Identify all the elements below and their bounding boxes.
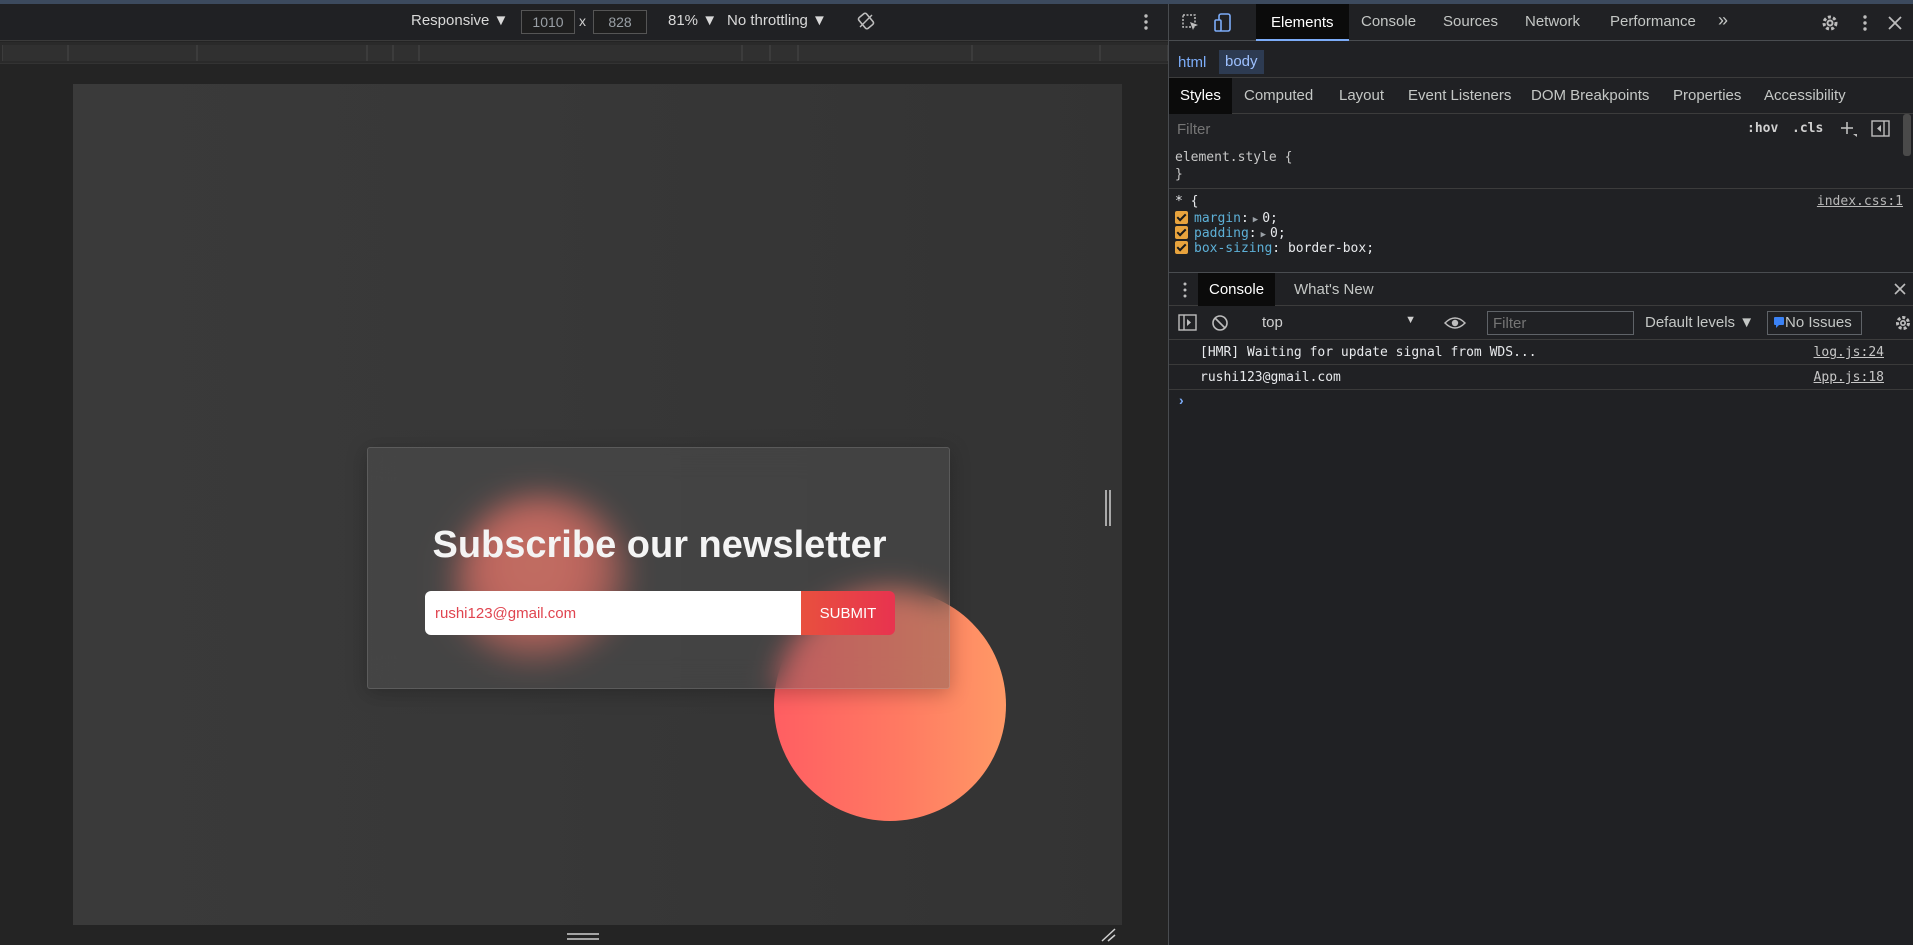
drawer-menu-icon[interactable] <box>1181 281 1189 299</box>
context-select[interactable]: top ▼ <box>1254 312 1420 334</box>
device-select[interactable]: Responsive ▼ <box>411 12 508 29</box>
styles-filter-bar: :hov .cls <box>1169 114 1913 144</box>
devtools-tabbar: Elements Console Sources Network Perform… <box>1169 4 1913 41</box>
log-levels-select[interactable]: Default levels ▼ <box>1645 314 1754 331</box>
media-query-bar[interactable] <box>0 42 1168 64</box>
elements-subtabs: Styles Computed Layout Event Listeners D… <box>1169 78 1913 114</box>
subtab-dom-breakpoints[interactable]: DOM Breakpoints <box>1531 87 1649 104</box>
close-drawer-icon[interactable] <box>1893 282 1907 296</box>
issues-button[interactable]: No Issues <box>1767 311 1862 335</box>
clear-console-icon[interactable] <box>1211 314 1229 332</box>
drawer-tab-console[interactable]: Console <box>1198 273 1276 306</box>
breadcrumb-html[interactable]: html <box>1172 54 1212 71</box>
cls-toggle[interactable]: .cls <box>1792 121 1823 136</box>
subtab-styles[interactable]: Styles <box>1169 78 1232 114</box>
newsletter-card: Subscribe our newsletter SUBMIT <box>367 447 950 689</box>
tab-console[interactable]: Console <box>1361 13 1416 30</box>
subtab-properties[interactable]: Properties <box>1673 87 1741 104</box>
style-property: box-sizing: border-box; <box>1175 241 1374 258</box>
submit-button[interactable]: SUBMIT <box>801 591 895 635</box>
tab-sources[interactable]: Sources <box>1443 13 1498 30</box>
breadcrumb: html body <box>1169 42 1913 78</box>
expand-triangle-icon[interactable]: ▶ <box>1253 215 1258 225</box>
element-style-close: } <box>1175 167 1183 182</box>
console-message: [HMR] Waiting for update signal from WDS… <box>1169 340 1913 365</box>
console-filter-input[interactable] <box>1487 311 1634 335</box>
property-checkbox[interactable] <box>1175 226 1188 239</box>
drawer-tab-whats-new[interactable]: What's New <box>1294 281 1374 298</box>
throttling-select[interactable]: No throttling ▼ <box>727 12 827 29</box>
viewport-resize-handle[interactable] <box>1104 490 1112 526</box>
console-toolbar: top ▼ Default levels ▼ No Issues <box>1169 306 1913 340</box>
console-message: rushi123@gmail.com App.js:18 <box>1169 365 1913 390</box>
property-checkbox[interactable] <box>1175 241 1188 254</box>
subtab-event-listeners[interactable]: Event Listeners <box>1408 87 1511 104</box>
zoom-select[interactable]: 81% ▼ <box>668 12 717 29</box>
device-toolbar: Responsive ▼ 1010 x 828 81% ▼ No throttl… <box>0 4 1168 41</box>
console-prompt-icon[interactable]: › <box>1179 392 1184 408</box>
console-settings-icon[interactable] <box>1894 314 1912 332</box>
tab-network[interactable]: Network <box>1525 13 1580 30</box>
corner-resize-icon[interactable] <box>1100 928 1116 942</box>
devtools-panel: Elements Console Sources Network Perform… <box>1169 4 1913 945</box>
toggle-sidebar-icon[interactable] <box>1871 120 1891 138</box>
property-checkbox[interactable] <box>1175 211 1188 224</box>
more-tabs-icon[interactable]: » <box>1718 10 1728 31</box>
width-input[interactable]: 1010 <box>521 10 575 34</box>
new-style-rule-icon[interactable] <box>1839 120 1859 138</box>
close-devtools-icon[interactable] <box>1885 13 1905 33</box>
breadcrumb-body[interactable]: body <box>1219 50 1264 74</box>
styles-pane: element.style { } * { index.css:1 margin… <box>1169 144 1913 272</box>
rule-source-link[interactable]: index.css:1 <box>1817 194 1903 209</box>
element-style-selector: element.style { <box>1175 150 1293 165</box>
eye-icon[interactable] <box>1444 315 1466 331</box>
subtab-layout[interactable]: Layout <box>1339 87 1384 104</box>
tab-performance[interactable]: Performance <box>1610 13 1696 30</box>
customize-menu-icon[interactable] <box>1855 13 1875 33</box>
styles-filter-input[interactable] <box>1172 117 1732 141</box>
subtab-accessibility[interactable]: Accessibility <box>1764 87 1846 104</box>
hov-toggle[interactable]: :hov <box>1747 121 1778 136</box>
email-input[interactable] <box>425 591 801 635</box>
rotate-icon[interactable] <box>857 12 875 30</box>
emulated-viewport: Subscribe our newsletter SUBMIT <box>73 84 1122 925</box>
subtab-computed[interactable]: Computed <box>1244 87 1313 104</box>
device-toolbar-toggle-icon[interactable] <box>1213 13 1233 33</box>
height-input[interactable]: 828 <box>593 10 647 34</box>
newsletter-title: Subscribe our newsletter <box>432 524 887 566</box>
expand-triangle-icon[interactable]: ▶ <box>1261 230 1266 240</box>
more-options-icon[interactable] <box>1139 12 1153 32</box>
issues-flag-icon <box>1774 317 1784 328</box>
dimension-separator: x <box>579 13 586 29</box>
tab-elements[interactable]: Elements <box>1256 4 1349 41</box>
console-message-text: rushi123@gmail.com <box>1200 370 1341 385</box>
console-sidebar-icon[interactable] <box>1178 314 1198 332</box>
settings-gear-icon[interactable] <box>1820 13 1840 33</box>
console-message-text: [HMR] Waiting for update signal from WDS… <box>1200 345 1537 360</box>
console-message-source[interactable]: App.js:18 <box>1814 370 1884 385</box>
console-message-source[interactable]: log.js:24 <box>1814 345 1884 360</box>
drawer-tabbar: Console What's New <box>1169 272 1913 306</box>
inspect-element-icon[interactable] <box>1181 13 1201 33</box>
rule-selector: * { <box>1175 194 1199 209</box>
viewport-bottom-handle[interactable] <box>567 932 599 942</box>
